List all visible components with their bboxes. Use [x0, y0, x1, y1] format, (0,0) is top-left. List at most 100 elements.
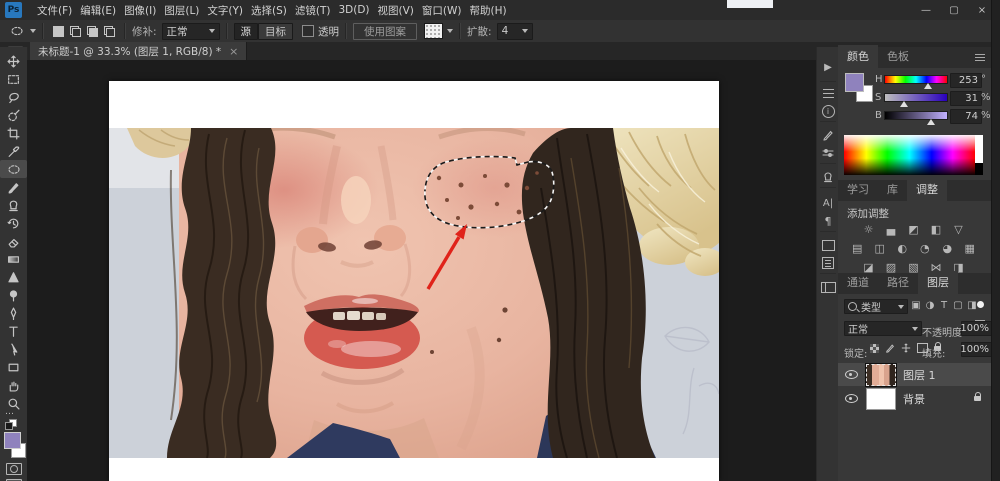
- layer-name[interactable]: 背景: [903, 391, 925, 407]
- tool-eyedropper[interactable]: [0, 142, 27, 160]
- paragraph-panel-icon[interactable]: ¶: [817, 213, 839, 229]
- quick-mask-button[interactable]: [6, 463, 22, 475]
- menu-help[interactable]: 帮助(H): [466, 3, 511, 18]
- color-lookup-icon[interactable]: ▦: [962, 242, 979, 255]
- tab-channels[interactable]: 通道: [838, 271, 878, 294]
- tool-hand[interactable]: [0, 376, 27, 394]
- document-tab[interactable]: 未标题-1 @ 33.3% (图层 1, RGB/8) * ×: [30, 42, 247, 60]
- patch-tool-preset[interactable]: [8, 22, 36, 40]
- edit-toolbar-icon[interactable]: …: [5, 407, 16, 417]
- glyphs-panel-icon[interactable]: [817, 237, 839, 253]
- brightness-slider[interactable]: [884, 111, 948, 120]
- tool-type[interactable]: [0, 322, 27, 340]
- tool-rectangle[interactable]: [0, 358, 27, 376]
- brightness-value[interactable]: 74: [950, 109, 982, 124]
- photo-image[interactable]: [109, 128, 719, 458]
- subtract-from-selection-icon[interactable]: [87, 26, 98, 37]
- lock-pixels-icon[interactable]: [885, 343, 895, 353]
- filter-adjustment-layers-icon[interactable]: ◑: [924, 300, 936, 311]
- panel-foreground-swatch[interactable]: [845, 73, 864, 92]
- tool-lasso[interactable]: [0, 88, 27, 106]
- menu-window[interactable]: 窗口(W): [418, 3, 466, 18]
- tool-crop[interactable]: [0, 124, 27, 142]
- tool-path-selection[interactable]: [0, 340, 27, 358]
- patch-mode-dropdown[interactable]: 正常: [162, 23, 220, 40]
- chevron-down-icon[interactable]: [447, 29, 453, 33]
- brightness-contrast-icon[interactable]: ☼: [861, 223, 878, 236]
- menu-edit[interactable]: 编辑(E): [76, 3, 120, 18]
- tool-gradient[interactable]: [0, 250, 27, 268]
- close-button[interactable]: ×: [976, 5, 988, 16]
- layer-filter-type-dropdown[interactable]: 类型: [844, 299, 908, 314]
- tool-pen[interactable]: [0, 304, 27, 322]
- layer-thumbnail[interactable]: [866, 388, 896, 410]
- menu-file[interactable]: 文件(F): [33, 3, 76, 18]
- menu-image[interactable]: 图像(I): [120, 3, 160, 18]
- pattern-swatch[interactable]: [424, 23, 443, 39]
- new-selection-icon[interactable]: [53, 26, 64, 37]
- tab-color[interactable]: 颜色: [838, 45, 878, 68]
- lock-position-icon[interactable]: [901, 343, 911, 353]
- color-spectrum-ramp[interactable]: [844, 135, 975, 175]
- default-colors-icon[interactable]: [5, 419, 17, 429]
- filter-type-layers-icon[interactable]: T: [938, 300, 950, 311]
- minimize-button[interactable]: —: [920, 5, 932, 16]
- tab-layers[interactable]: 图层: [918, 271, 958, 294]
- hue-value[interactable]: 253: [950, 73, 982, 88]
- tab-swatches[interactable]: 色板: [878, 45, 918, 68]
- tab-learn[interactable]: 学习: [838, 178, 878, 201]
- add-to-selection-icon[interactable]: [70, 26, 81, 37]
- panel-menu-icon[interactable]: [975, 54, 985, 61]
- spectrum-black-corner[interactable]: [975, 163, 983, 175]
- filter-toggle-icon[interactable]: [977, 301, 984, 308]
- filter-shape-layers-icon[interactable]: ▢: [952, 300, 964, 311]
- photo-filter-icon[interactable]: ◔: [917, 242, 934, 255]
- tab-paths[interactable]: 路径: [878, 271, 918, 294]
- tool-patch[interactable]: [0, 160, 27, 178]
- timeline-panel-icon[interactable]: [817, 279, 839, 295]
- tool-move[interactable]: [0, 52, 27, 70]
- notes-panel-icon[interactable]: [817, 255, 839, 271]
- lock-transparency-icon[interactable]: [870, 344, 879, 353]
- foreground-color-swatch[interactable]: [4, 432, 21, 449]
- menu-layer[interactable]: 图层(L): [160, 3, 203, 18]
- tool-blur[interactable]: [0, 268, 27, 286]
- blend-mode-dropdown[interactable]: 正常: [844, 321, 922, 336]
- source-button[interactable]: 源: [234, 23, 259, 40]
- layer-row-1[interactable]: 图层 1: [838, 363, 991, 386]
- tool-clone-stamp[interactable]: [0, 196, 27, 214]
- close-tab-icon[interactable]: ×: [229, 45, 238, 58]
- restore-button[interactable]: ▢: [948, 5, 960, 16]
- info-panel-icon[interactable]: i: [817, 103, 839, 119]
- curves-icon[interactable]: ◩: [906, 223, 923, 236]
- vibrance-icon[interactable]: ▽: [951, 223, 968, 236]
- brush-settings-panel-icon[interactable]: [817, 127, 839, 143]
- document-canvas[interactable]: [109, 81, 719, 481]
- clone-source-panel-icon[interactable]: [817, 169, 839, 185]
- layer-name[interactable]: 图层 1: [903, 367, 936, 383]
- menu-type[interactable]: 文字(Y): [203, 3, 247, 18]
- menu-select[interactable]: 选择(S): [247, 3, 291, 18]
- color-balance-icon[interactable]: ◫: [872, 242, 889, 255]
- character-panel-icon[interactable]: A|: [817, 195, 839, 211]
- diffusion-dropdown[interactable]: 4: [497, 23, 533, 40]
- channel-mixer-icon[interactable]: ◕: [940, 242, 957, 255]
- menu-view[interactable]: 视图(V): [374, 3, 418, 18]
- properties-panel-icon[interactable]: [817, 85, 839, 101]
- use-pattern-button[interactable]: 使用图案: [353, 23, 417, 40]
- filter-pixel-layers-icon[interactable]: ▣: [910, 300, 922, 311]
- hue-saturation-icon[interactable]: ▤: [850, 242, 867, 255]
- tool-dodge[interactable]: [0, 286, 27, 304]
- visibility-eye-icon[interactable]: [845, 370, 858, 379]
- pasteboard[interactable]: [27, 60, 816, 481]
- tool-quick-selection[interactable]: [0, 106, 27, 124]
- target-button[interactable]: 目标: [258, 23, 293, 40]
- tool-eraser[interactable]: [0, 232, 27, 250]
- menu-3d[interactable]: 3D(D): [334, 4, 373, 16]
- tab-libraries[interactable]: 库: [878, 178, 907, 201]
- fill-dropdown[interactable]: 100%: [961, 342, 993, 357]
- opacity-dropdown[interactable]: 100%: [961, 321, 993, 336]
- intersect-selection-icon[interactable]: [104, 26, 115, 37]
- saturation-value[interactable]: 31: [950, 91, 982, 106]
- tool-rectangular-marquee[interactable]: [0, 70, 27, 88]
